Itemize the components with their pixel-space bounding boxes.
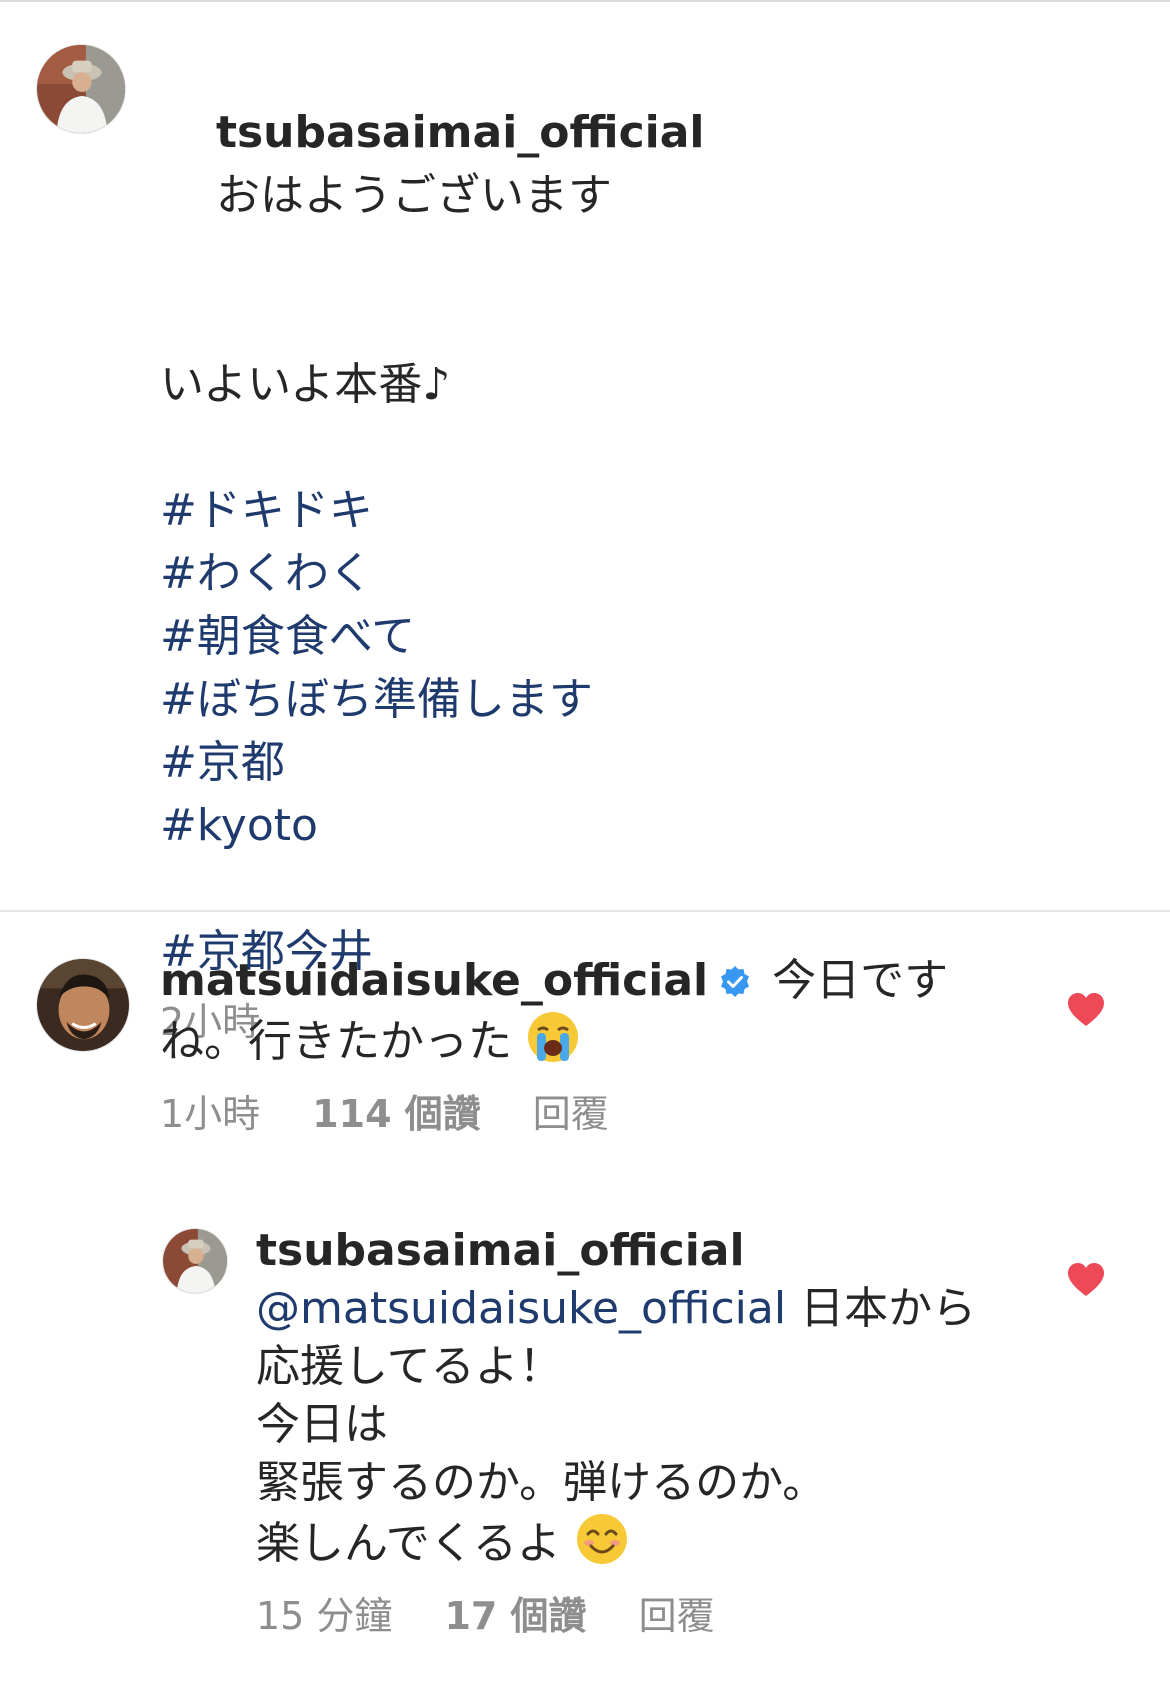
comment-1-likes[interactable]: 114 個讚 bbox=[312, 1085, 481, 1143]
reply-1-heart-icon[interactable] bbox=[1066, 1262, 1106, 1298]
comment-1-username[interactable]: matsuidaisuke_official bbox=[160, 955, 708, 1006]
reply-1-mention[interactable]: @matsuidaisuke_official bbox=[256, 1283, 786, 1334]
reply-1-likes[interactable]: 17 個讚 bbox=[444, 1587, 586, 1645]
hashtag-link[interactable]: #わくわく bbox=[160, 542, 1120, 605]
post-caption-first-line: おはようございます bbox=[215, 170, 612, 221]
post-caption-body: いよいよ本番♪ bbox=[160, 359, 451, 410]
comment-1-text-line1: 今日です bbox=[772, 955, 949, 1006]
reply-1-line: 緊張するのか。弾けるのか。 bbox=[256, 1457, 827, 1508]
hashtag-link[interactable]: #京都 bbox=[160, 731, 1120, 794]
commenter-avatar[interactable] bbox=[36, 958, 130, 1052]
comment-1: matsuidaisuke_official 今日です ね。行きたかった 1小時… bbox=[160, 952, 960, 1143]
top-divider bbox=[0, 0, 1170, 2]
comment-1-meta: 1小時 114 個讚 回覆 bbox=[160, 1085, 960, 1143]
reply-1-text-start: 日本から bbox=[786, 1283, 977, 1334]
reply-1-line: 今日は bbox=[256, 1399, 388, 1450]
hashtag-link[interactable]: #ドキドキ bbox=[160, 479, 1120, 542]
hashtag-link[interactable]: #kyoto bbox=[160, 794, 1120, 857]
comment-1-heart-icon[interactable] bbox=[1066, 992, 1106, 1028]
smiling-face-icon bbox=[576, 1514, 627, 1564]
loudly-crying-face-icon bbox=[528, 1012, 578, 1062]
hashtag-link[interactable]: #ぼちぼち準備します bbox=[160, 668, 1120, 731]
post-caption: tsubasaimai_official おはようございます いよいよ本番♪ #… bbox=[160, 38, 1120, 1054]
post-author-username[interactable]: tsubasaimai_official bbox=[216, 107, 705, 158]
reply-1-timestamp: 15 分鐘 bbox=[256, 1594, 393, 1638]
hashtag-link[interactable]: #朝食食べて bbox=[160, 605, 1120, 668]
comment-1-timestamp: 1小時 bbox=[160, 1092, 261, 1136]
reply-1-username[interactable]: tsubasaimai_official bbox=[256, 1225, 745, 1276]
reply-1-line: 応援してるよ！ bbox=[256, 1341, 563, 1392]
reply-1-line: 楽しんでくるよ bbox=[256, 1518, 561, 1569]
caption-divider bbox=[0, 910, 1170, 912]
post-author-avatar[interactable] bbox=[36, 44, 126, 134]
comment-1-text-line2: ね。行きたかった bbox=[160, 1016, 512, 1067]
verified-badge-icon bbox=[721, 966, 750, 997]
reply-1: tsubasaimai_official @matsuidaisuke_offi… bbox=[256, 1222, 1016, 1645]
reply-1-meta: 15 分鐘 17 個讚 回覆 bbox=[256, 1587, 1016, 1645]
reply-1-reply-button[interactable]: 回覆 bbox=[639, 1587, 715, 1645]
comment-1-reply-button[interactable]: 回覆 bbox=[533, 1085, 609, 1143]
reply-author-avatar[interactable] bbox=[162, 1228, 228, 1294]
